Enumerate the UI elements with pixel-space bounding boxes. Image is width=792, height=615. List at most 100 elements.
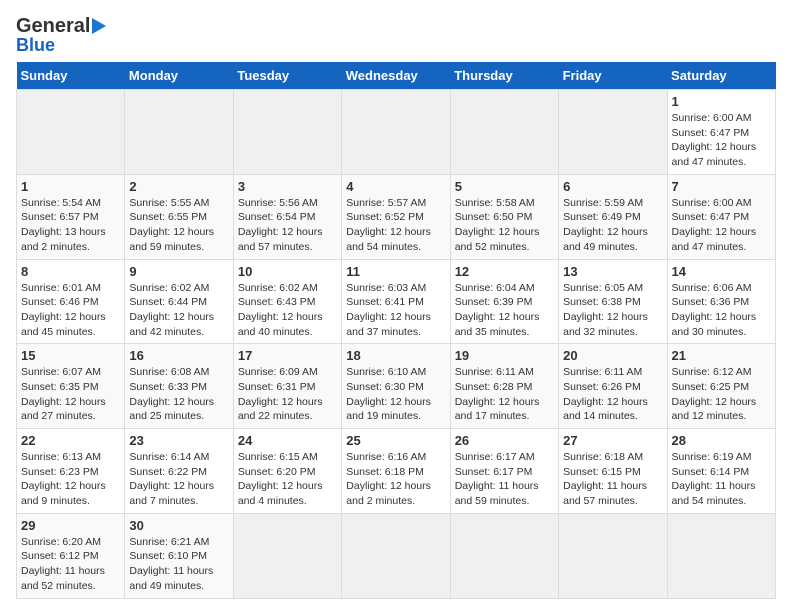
calendar-cell: 25 Sunrise: 6:16 AMSunset: 6:18 PMDayligh… [342, 429, 450, 514]
day-info: Sunrise: 6:03 AMSunset: 6:41 PMDaylight:… [346, 281, 445, 340]
logo-general: General [16, 15, 90, 37]
day-number: 19 [455, 348, 554, 363]
day-info: Sunrise: 6:00 AMSunset: 6:47 PMDaylight:… [672, 111, 771, 170]
day-number: 4 [346, 179, 445, 194]
day-number: 3 [238, 179, 337, 194]
calendar-cell: 6Sunrise: 5:59 AMSunset: 6:49 PMDaylight… [559, 174, 667, 259]
day-number: 16 [129, 348, 228, 363]
calendar-cell [450, 90, 558, 175]
day-info: Sunrise: 6:21 AMSunset: 6:10 PMDaylight:… [129, 535, 228, 594]
calendar-cell: 23 Sunrise: 6:14 AMSunset: 6:22 PMDayligh… [125, 429, 233, 514]
column-header-saturday: Saturday [667, 62, 775, 90]
day-number: 24 [238, 433, 337, 448]
day-info: Sunrise: 6:15 AMSunset: 6:20 PMDaylight:… [238, 450, 337, 509]
day-number: 15 [21, 348, 120, 363]
calendar-cell: 4Sunrise: 5:57 AMSunset: 6:52 PMDaylight… [342, 174, 450, 259]
logo-text: General [16, 16, 90, 36]
day-info: Sunrise: 5:58 AMSunset: 6:50 PMDaylight:… [455, 196, 554, 255]
day-number: 25 [346, 433, 445, 448]
calendar-week-row: 15 Sunrise: 6:07 AMSunset: 6:35 PMDayligh… [17, 344, 776, 429]
calendar-cell: 28 Sunrise: 6:19 AMSunset: 6:14 PMDayligh… [667, 429, 775, 514]
calendar-cell: 8Sunrise: 6:01 AMSunset: 6:46 PMDaylight… [17, 259, 125, 344]
day-number: 26 [455, 433, 554, 448]
calendar-cell: 13Sunrise: 6:05 AMSunset: 6:38 PMDayligh… [559, 259, 667, 344]
day-info: Sunrise: 5:55 AMSunset: 6:55 PMDaylight:… [129, 196, 228, 255]
calendar-cell: 21Sunrise: 6:12 AMSunset: 6:25 PMDayligh… [667, 344, 775, 429]
day-number: 22 [21, 433, 120, 448]
calendar-cell: 7 Sunrise: 6:00 AMSunset: 6:47 PMDaylight… [667, 174, 775, 259]
calendar-cell: 22 Sunrise: 6:13 AMSunset: 6:23 PMDayligh… [17, 429, 125, 514]
day-info: Sunrise: 6:20 AMSunset: 6:12 PMDaylight:… [21, 535, 120, 594]
day-number: 1 [21, 179, 120, 194]
column-header-thursday: Thursday [450, 62, 558, 90]
day-number: 2 [129, 179, 228, 194]
calendar-week-row: 1Sunrise: 5:54 AMSunset: 6:57 PMDaylight… [17, 174, 776, 259]
column-header-sunday: Sunday [17, 62, 125, 90]
day-info: Sunrise: 6:09 AMSunset: 6:31 PMDaylight:… [238, 365, 337, 424]
column-header-wednesday: Wednesday [342, 62, 450, 90]
logo: General Blue [16, 16, 106, 54]
calendar-cell: 1 Sunrise: 6:00 AMSunset: 6:47 PMDaylight… [667, 90, 775, 175]
day-number: 7 [672, 179, 771, 194]
calendar-cell: 27 Sunrise: 6:18 AMSunset: 6:15 PMDayligh… [559, 429, 667, 514]
day-number: 27 [563, 433, 662, 448]
calendar-week-row: 1 Sunrise: 6:00 AMSunset: 6:47 PMDaylight… [17, 90, 776, 175]
calendar-table: SundayMondayTuesdayWednesdayThursdayFrid… [16, 62, 776, 599]
day-number: 13 [563, 264, 662, 279]
calendar-cell: 14 Sunrise: 6:06 AMSunset: 6:36 PMDayligh… [667, 259, 775, 344]
calendar-header-row: SundayMondayTuesdayWednesdayThursdayFrid… [17, 62, 776, 90]
calendar-cell: 26 Sunrise: 6:17 AMSunset: 6:17 PMDayligh… [450, 429, 558, 514]
day-number: 23 [129, 433, 228, 448]
column-header-friday: Friday [559, 62, 667, 90]
day-info: Sunrise: 6:08 AMSunset: 6:33 PMDaylight:… [129, 365, 228, 424]
calendar-week-row: 29 Sunrise: 6:20 AMSunset: 6:12 PMDayligh… [17, 513, 776, 598]
day-info: Sunrise: 6:16 AMSunset: 6:18 PMDaylight:… [346, 450, 445, 509]
calendar-cell: 18 Sunrise: 6:10 AMSunset: 6:30 PMDayligh… [342, 344, 450, 429]
day-number: 5 [455, 179, 554, 194]
calendar-cell: 2 Sunrise: 5:55 AMSunset: 6:55 PMDaylight… [125, 174, 233, 259]
day-number: 1 [672, 94, 771, 109]
day-info: Sunrise: 6:10 AMSunset: 6:30 PMDaylight:… [346, 365, 445, 424]
day-info: Sunrise: 6:00 AMSunset: 6:47 PMDaylight:… [672, 196, 771, 255]
day-number: 28 [672, 433, 771, 448]
calendar-cell: 29 Sunrise: 6:20 AMSunset: 6:12 PMDayligh… [17, 513, 125, 598]
calendar-cell: 15 Sunrise: 6:07 AMSunset: 6:35 PMDayligh… [17, 344, 125, 429]
day-number: 9 [129, 264, 228, 279]
day-info: Sunrise: 6:13 AMSunset: 6:23 PMDaylight:… [21, 450, 120, 509]
day-info: Sunrise: 6:07 AMSunset: 6:35 PMDaylight:… [21, 365, 120, 424]
day-number: 29 [21, 518, 120, 533]
day-info: Sunrise: 6:17 AMSunset: 6:17 PMDaylight:… [455, 450, 554, 509]
day-info: Sunrise: 6:02 AMSunset: 6:43 PMDaylight:… [238, 281, 337, 340]
day-number: 18 [346, 348, 445, 363]
calendar-cell [233, 90, 341, 175]
day-number: 10 [238, 264, 337, 279]
calendar-cell [233, 513, 341, 598]
calendar-cell: 10 Sunrise: 6:02 AMSunset: 6:43 PMDayligh… [233, 259, 341, 344]
day-info: Sunrise: 6:06 AMSunset: 6:36 PMDaylight:… [672, 281, 771, 340]
day-info: Sunrise: 6:11 AMSunset: 6:28 PMDaylight:… [455, 365, 554, 424]
day-info: Sunrise: 6:12 AMSunset: 6:25 PMDaylight:… [672, 365, 771, 424]
day-info: Sunrise: 6:19 AMSunset: 6:14 PMDaylight:… [672, 450, 771, 509]
calendar-cell: 17Sunrise: 6:09 AMSunset: 6:31 PMDayligh… [233, 344, 341, 429]
day-number: 12 [455, 264, 554, 279]
calendar-week-row: 8Sunrise: 6:01 AMSunset: 6:46 PMDaylight… [17, 259, 776, 344]
page-header: General Blue [16, 16, 776, 54]
day-number: 20 [563, 348, 662, 363]
calendar-week-row: 22 Sunrise: 6:13 AMSunset: 6:23 PMDayligh… [17, 429, 776, 514]
column-header-tuesday: Tuesday [233, 62, 341, 90]
day-info: Sunrise: 6:18 AMSunset: 6:15 PMDaylight:… [563, 450, 662, 509]
calendar-cell: 24 Sunrise: 6:15 AMSunset: 6:20 PMDayligh… [233, 429, 341, 514]
calendar-cell: 16 Sunrise: 6:08 AMSunset: 6:33 PMDayligh… [125, 344, 233, 429]
day-info: Sunrise: 5:59 AMSunset: 6:49 PMDaylight:… [563, 196, 662, 255]
column-header-monday: Monday [125, 62, 233, 90]
calendar-cell: 5 Sunrise: 5:58 AMSunset: 6:50 PMDaylight… [450, 174, 558, 259]
day-info: Sunrise: 6:01 AMSunset: 6:46 PMDaylight:… [21, 281, 120, 340]
calendar-cell [667, 513, 775, 598]
calendar-cell [125, 90, 233, 175]
day-info: Sunrise: 6:11 AMSunset: 6:26 PMDaylight:… [563, 365, 662, 424]
day-info: Sunrise: 6:14 AMSunset: 6:22 PMDaylight:… [129, 450, 228, 509]
calendar-cell: 19 Sunrise: 6:11 AMSunset: 6:28 PMDayligh… [450, 344, 558, 429]
day-number: 11 [346, 264, 445, 279]
logo-blue: Blue [16, 36, 55, 54]
day-number: 14 [672, 264, 771, 279]
